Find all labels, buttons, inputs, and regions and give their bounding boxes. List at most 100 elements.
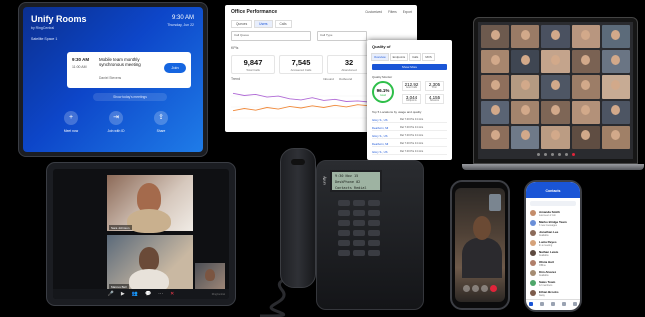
phone-handset[interactable] bbox=[280, 148, 316, 288]
share-button[interactable]: ⇪ Share bbox=[146, 111, 176, 133]
join-with-id-button[interactable]: ⇥ Join with ID bbox=[101, 111, 131, 133]
video-tile[interactable] bbox=[481, 100, 510, 124]
keypad-key[interactable] bbox=[353, 220, 365, 226]
mic-icon[interactable]: 🎤 bbox=[108, 291, 114, 297]
video-tile[interactable] bbox=[571, 75, 600, 99]
video-tile[interactable] bbox=[541, 50, 570, 74]
meeting-card[interactable]: 9:30 AM 11:00 AM Mobile team monthly syn… bbox=[67, 52, 191, 88]
table-row[interactable]: Glory S., US Rel 7.00 Pts 0.4 Hrs bbox=[372, 117, 447, 123]
keypad-key[interactable] bbox=[353, 210, 365, 216]
video-tile[interactable] bbox=[481, 25, 510, 49]
video-tile[interactable] bbox=[601, 125, 630, 149]
chat-icon[interactable] bbox=[564, 152, 568, 156]
more-icon[interactable]: ⋯ bbox=[158, 291, 163, 297]
list-item[interactable]: Amanda Smith Last seen 2 min bbox=[530, 209, 576, 218]
table-row[interactable]: Dearborn, MI Rel 7.00 Pts 0.4 Hrs bbox=[372, 125, 447, 131]
list-item[interactable]: Marko Bridge Team 3 new messages bbox=[530, 219, 576, 228]
tab-mos[interactable]: MOS bbox=[422, 53, 435, 61]
table-row[interactable]: Glory S., US Rel 7.00 Pts 0.4 Hrs bbox=[372, 149, 447, 155]
tab-endpoints[interactable]: Endpoints bbox=[389, 53, 409, 61]
join-button[interactable]: Join bbox=[164, 63, 186, 73]
tab-queues[interactable]: Queues bbox=[231, 20, 253, 28]
video-tile[interactable] bbox=[481, 50, 510, 74]
camera-icon[interactable] bbox=[543, 152, 547, 156]
list-item[interactable]: Sales Team 12 members bbox=[530, 279, 576, 288]
tab-users[interactable]: Users bbox=[254, 20, 273, 28]
table-row[interactable]: Glory S., US Rel 7.00 Pts 0.4 Hrs bbox=[372, 133, 447, 139]
video-tile[interactable] bbox=[541, 75, 570, 99]
keypad-key[interactable] bbox=[338, 210, 350, 216]
mic-icon[interactable] bbox=[536, 152, 540, 156]
video-tile[interactable] bbox=[481, 75, 510, 99]
call-type-select[interactable]: Call Type bbox=[317, 31, 367, 41]
filter-customized[interactable]: Customized bbox=[365, 10, 382, 14]
video-icon[interactable] bbox=[472, 285, 479, 292]
mic-icon[interactable] bbox=[463, 285, 470, 292]
video-tile[interactable] bbox=[541, 25, 570, 49]
keypad-key[interactable] bbox=[353, 200, 365, 206]
nav-messages-icon[interactable] bbox=[529, 301, 534, 306]
tab-overview[interactable]: Overview bbox=[371, 53, 389, 61]
keypad-key[interactable] bbox=[368, 240, 380, 246]
list-item[interactable]: Nathan Lewis Available bbox=[530, 249, 576, 258]
call-queue-select[interactable]: Call Queue bbox=[231, 31, 311, 41]
tab-calls[interactable]: Calls bbox=[409, 53, 422, 61]
display-line: 9:30 Nov 15 bbox=[335, 174, 359, 178]
search-input[interactable] bbox=[530, 201, 576, 206]
nav-contacts-icon[interactable] bbox=[561, 301, 566, 306]
keypad-key[interactable] bbox=[338, 200, 350, 206]
list-item[interactable]: Kim Alvarez Available bbox=[530, 269, 576, 278]
video-tile[interactable] bbox=[601, 100, 630, 124]
video-tile[interactable] bbox=[571, 25, 600, 49]
keypad-key[interactable] bbox=[368, 200, 380, 206]
show-today-button[interactable]: Show today's meetings bbox=[93, 93, 167, 101]
list-item[interactable]: Jonathan Lee Available bbox=[530, 229, 576, 238]
video-tile[interactable] bbox=[511, 50, 540, 74]
show-more-button[interactable]: Show More bbox=[372, 64, 447, 70]
video-tile[interactable] bbox=[541, 125, 570, 149]
keypad-key[interactable] bbox=[338, 250, 350, 256]
video-tile[interactable] bbox=[511, 75, 540, 99]
video-tile[interactable] bbox=[571, 100, 600, 124]
video-tile[interactable] bbox=[481, 125, 510, 149]
participants-icon[interactable]: 👥 bbox=[132, 291, 138, 297]
nav-video-icon[interactable] bbox=[540, 301, 545, 306]
video-tile[interactable] bbox=[601, 25, 630, 49]
keypad-key[interactable] bbox=[338, 240, 350, 246]
filter-filters[interactable]: Filters bbox=[388, 10, 397, 14]
keypad-key[interactable] bbox=[353, 240, 365, 246]
video-tile[interactable] bbox=[571, 125, 600, 149]
nav-phone-icon[interactable] bbox=[550, 301, 555, 306]
meet-now-button[interactable]: + Meet now bbox=[56, 111, 86, 133]
list-item[interactable]: Olivia Hart Offline bbox=[530, 259, 576, 268]
chat-icon[interactable]: 💬 bbox=[145, 291, 151, 297]
participants-icon[interactable] bbox=[557, 152, 561, 156]
keypad-key[interactable] bbox=[338, 220, 350, 226]
keypad-key[interactable] bbox=[368, 230, 380, 236]
table-row[interactable]: Dearborn, MI Rel 7.00 Pts 0.4 Hrs bbox=[372, 141, 447, 147]
keypad-key[interactable] bbox=[338, 230, 350, 236]
keypad-key[interactable] bbox=[368, 250, 380, 256]
video-tile[interactable] bbox=[511, 25, 540, 49]
share-icon[interactable] bbox=[550, 152, 554, 156]
keypad-key[interactable] bbox=[353, 230, 365, 236]
tab-calls[interactable]: Calls bbox=[274, 20, 292, 28]
end-call-icon[interactable] bbox=[571, 152, 575, 156]
video-tile[interactable] bbox=[541, 100, 570, 124]
filter-export[interactable]: Export bbox=[403, 10, 412, 14]
end-call-icon[interactable] bbox=[490, 285, 497, 292]
video-tile[interactable] bbox=[511, 100, 540, 124]
keypad-key[interactable] bbox=[368, 220, 380, 226]
keypad-key[interactable] bbox=[368, 210, 380, 216]
video-tile[interactable] bbox=[571, 50, 600, 74]
keypad-key[interactable] bbox=[353, 250, 365, 256]
video-tile[interactable] bbox=[601, 50, 630, 74]
video-tile[interactable] bbox=[601, 75, 630, 99]
list-item[interactable]: Lucia Reyes In a meeting bbox=[530, 239, 576, 248]
video-tile[interactable] bbox=[511, 125, 540, 149]
end-call-icon[interactable]: ✕ bbox=[170, 291, 174, 297]
speaker-icon[interactable] bbox=[481, 285, 488, 292]
video-icon[interactable]: ▶ bbox=[121, 291, 125, 297]
list-item[interactable]: Ethan Brooks Away bbox=[530, 289, 576, 298]
nav-more-icon[interactable] bbox=[572, 301, 577, 306]
